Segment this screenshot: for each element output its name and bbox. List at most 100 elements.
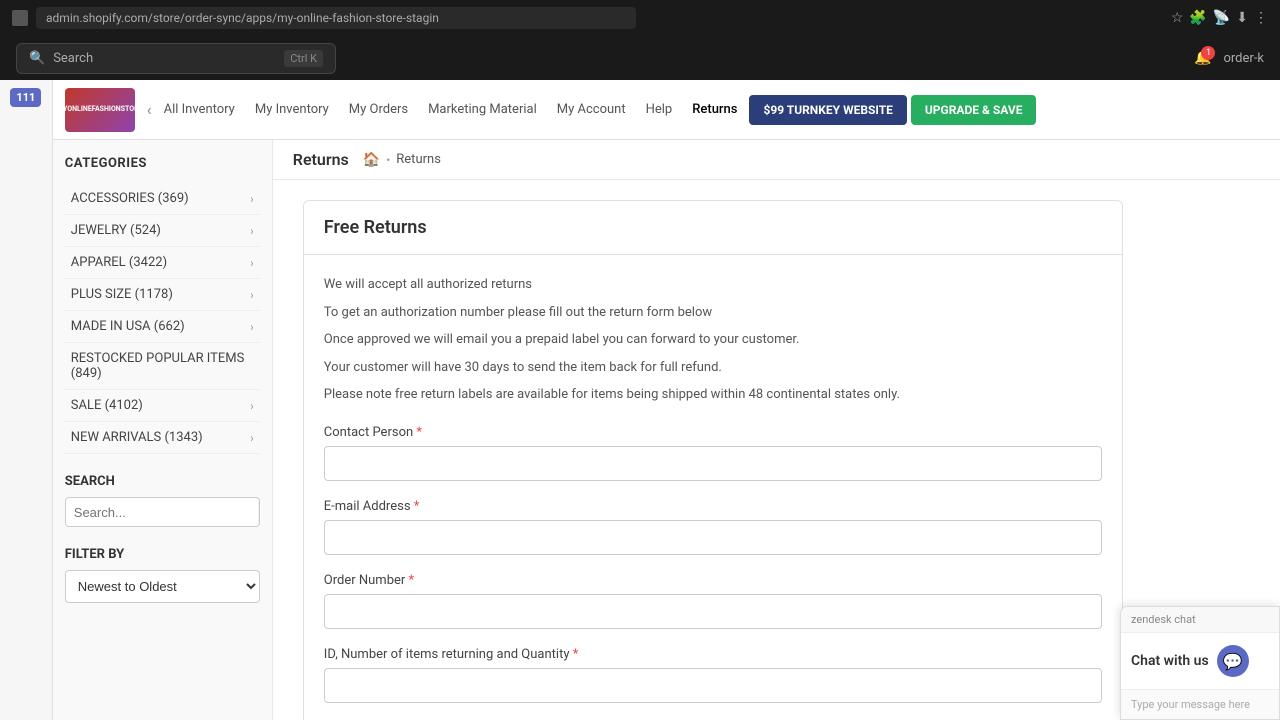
contact-person-group: Contact Person * — [324, 425, 1102, 481]
contact-person-label: Contact Person * — [324, 425, 1102, 440]
nav-my-account[interactable]: My Account — [549, 96, 634, 123]
search-label: Search — [53, 51, 93, 66]
upgrade-button[interactable]: UPGRADE & SAVE — [911, 95, 1037, 125]
filter-title: FILTER BY — [65, 547, 260, 562]
chevron-icon: › — [250, 399, 254, 413]
chat-body: Chat with us 💬 — [1121, 633, 1279, 689]
chevron-icon: › — [250, 224, 254, 238]
order-number-group: Order Number * — [324, 573, 1102, 629]
browser-actions: ☆ 🧩 📡 ⬇ ⋮ — [1171, 10, 1268, 26]
admin-search[interactable]: 🔍 Search Ctrl K — [16, 43, 336, 74]
download-icon[interactable]: ⬇ — [1236, 10, 1248, 26]
chat-bubble-icon: 💬 — [1223, 652, 1243, 671]
nav-arrow[interactable]: ‹ — [143, 96, 156, 123]
email-address-group: E-mail Address * — [324, 499, 1102, 555]
nav-marketing-material[interactable]: Marketing Material — [420, 96, 545, 123]
filter-section: FILTER BY Newest to Oldest Oldest to New… — [65, 547, 260, 603]
required-star: * — [409, 573, 415, 588]
category-apparel-label: APPAREL (3422) — [71, 255, 167, 270]
required-star: * — [414, 499, 420, 514]
chevron-icon: › — [250, 288, 254, 302]
nav-all-inventory[interactable]: All Inventory — [156, 96, 243, 123]
chat-header: zendesk chat — [1121, 607, 1279, 633]
notification-badge: 1 — [1201, 46, 1215, 60]
returns-card-body: We will accept all authorized returns To… — [304, 255, 1122, 720]
notifications-button[interactable]: 🔔 1 — [1194, 50, 1211, 66]
nav-returns[interactable]: Returns — [684, 96, 745, 123]
category-new-arrivals-label: NEW ARRIVALS (1343) — [71, 430, 203, 445]
items-returning-group: ID, Number of items returning and Quanti… — [324, 647, 1102, 703]
store-header: MYONLINEFASHIONSTORE ‹ All Inventory My … — [53, 80, 1280, 140]
main-content: CATEGORIES ACCESSORIES (369) › JEWELRY (… — [53, 140, 1280, 720]
category-made-in-usa[interactable]: MADE IN USA (662) › — [65, 311, 260, 343]
page-title: Returns — [293, 150, 349, 169]
category-apparel[interactable]: APPAREL (3422) › — [65, 247, 260, 279]
search-input-wrap: 🔍 — [65, 497, 260, 527]
extensions-icon[interactable]: 🧩 — [1189, 10, 1206, 26]
breadcrumb: Returns 🏠 • Returns — [273, 140, 1280, 180]
nav-my-orders[interactable]: My Orders — [341, 96, 416, 123]
returns-description: We will accept all authorized returns To… — [324, 275, 1102, 405]
chevron-icon: › — [250, 256, 254, 270]
search-icon: 🔍 — [29, 51, 45, 66]
category-accessories[interactable]: ACCESSORIES (369) › — [65, 183, 260, 215]
chevron-icon: › — [250, 431, 254, 445]
category-new-arrivals[interactable]: NEW ARRIVALS (1343) › — [65, 422, 260, 454]
required-star: * — [573, 647, 579, 662]
cast-icon[interactable]: 📡 — [1213, 10, 1230, 26]
category-jewelry[interactable]: JEWELRY (524) › — [65, 215, 260, 247]
desc-line-3: Once approved we will email you a prepai… — [324, 330, 1102, 350]
returns-card-header: Free Returns — [304, 201, 1122, 255]
admin-bar: 🔍 Search Ctrl K 🔔 1 order-k — [0, 36, 1280, 80]
admin-user[interactable]: order-k — [1223, 51, 1264, 66]
nav-my-inventory[interactable]: My Inventory — [247, 96, 337, 123]
left-panel: 111 — [0, 80, 53, 720]
sidebar: CATEGORIES ACCESSORIES (369) › JEWELRY (… — [53, 140, 273, 720]
category-jewelry-label: JEWELRY (524) — [71, 223, 161, 238]
bookmark-icon[interactable]: ☆ — [1171, 10, 1184, 26]
browser-url[interactable]: admin.shopify.com/store/order-sync/apps/… — [36, 7, 636, 29]
desc-line-1: We will accept all authorized returns — [324, 275, 1102, 295]
filter-select[interactable]: Newest to Oldest Oldest to Newest Price:… — [65, 570, 260, 603]
nav-help[interactable]: Help — [638, 96, 681, 123]
search-input[interactable] — [66, 499, 258, 526]
chevron-icon: › — [250, 320, 254, 334]
returns-card: Free Returns We will accept all authoriz… — [303, 200, 1123, 720]
items-returning-input[interactable] — [324, 668, 1102, 703]
chevron-icon: › — [250, 192, 254, 206]
desc-line-2: To get an authorization number please fi… — [324, 303, 1102, 323]
category-plus-size-label: PLUS SIZE (1178) — [71, 287, 173, 302]
category-made-in-usa-label: MADE IN USA (662) — [71, 319, 185, 334]
chat-icon: 💬 — [1217, 645, 1249, 677]
search-button[interactable]: 🔍 — [258, 498, 260, 526]
category-plus-size[interactable]: PLUS SIZE (1178) › — [65, 279, 260, 311]
nav-badge: 111 — [10, 88, 41, 107]
search-section: SEARCH 🔍 — [65, 474, 260, 527]
logo-text: MYONLINEFASHIONSTORE — [57, 105, 143, 114]
category-sale-label: SALE (4102) — [71, 398, 143, 413]
browser-favicon — [12, 10, 28, 26]
chat-widget[interactable]: zendesk chat Chat with us 💬 Type your me… — [1120, 606, 1280, 720]
category-restocked-label: RESTOCKED POPULAR ITEMS (849) — [71, 351, 254, 381]
breadcrumb-separator: • — [386, 153, 390, 167]
order-number-label: Order Number * — [324, 573, 1102, 588]
search-shortcut: Ctrl K — [284, 50, 323, 67]
contact-person-input[interactable] — [324, 446, 1102, 481]
category-restocked[interactable]: RESTOCKED POPULAR ITEMS (849) — [65, 343, 260, 390]
chat-input-area[interactable]: Type your message here — [1121, 689, 1279, 719]
email-address-input[interactable] — [324, 520, 1102, 555]
turnkey-button[interactable]: $99 TURNKEY WEBSITE — [749, 95, 906, 125]
required-star: * — [416, 425, 422, 440]
category-sale[interactable]: SALE (4102) › — [65, 390, 260, 422]
store-section: MYONLINEFASHIONSTORE ‹ All Inventory My … — [53, 80, 1280, 720]
menu-icon[interactable]: ⋮ — [1254, 10, 1268, 26]
store-nav-links: All Inventory My Inventory My Orders Mar… — [156, 95, 1268, 125]
order-number-input[interactable] — [324, 594, 1102, 629]
home-icon[interactable]: 🏠 — [363, 152, 380, 168]
store-logo: MYONLINEFASHIONSTORE — [65, 88, 135, 132]
browser-bar: admin.shopify.com/store/order-sync/apps/… — [0, 0, 1280, 36]
categories-title: CATEGORIES — [65, 156, 260, 171]
admin-bar-right: 🔔 1 order-k — [1194, 50, 1264, 66]
desc-line-5: Please note free return labels are avail… — [324, 385, 1102, 405]
app-container: 111 MYONLINEFASHIONSTORE ‹ All Inventory… — [0, 80, 1280, 720]
